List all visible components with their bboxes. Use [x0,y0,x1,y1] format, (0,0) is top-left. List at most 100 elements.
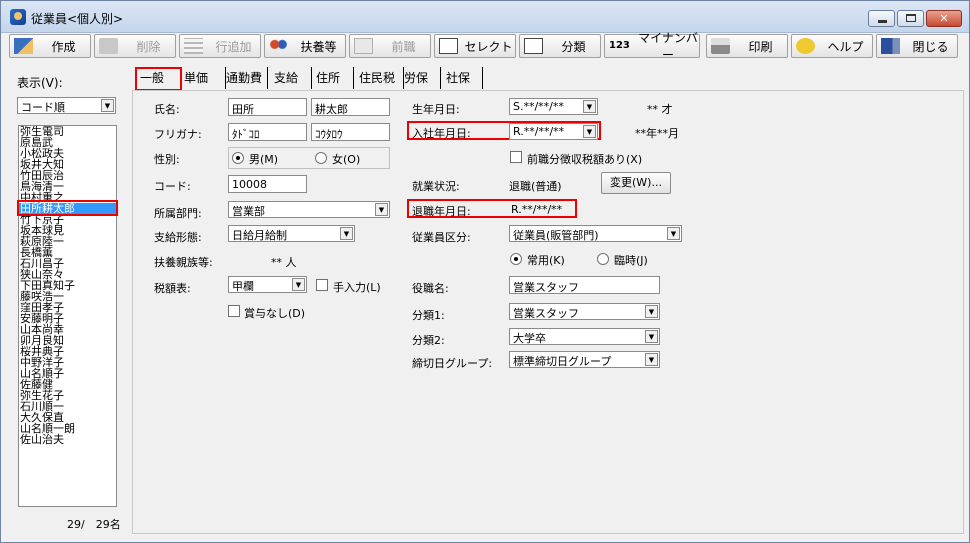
tab-4[interactable]: 住所 [313,67,354,89]
chevron-down-icon[interactable]: ▼ [645,353,658,366]
temporary-radio[interactable] [597,253,609,265]
hire-date-value: R.**/**/** [513,125,565,138]
department-label: 所属部門: [154,207,202,220]
chevron-down-icon[interactable]: ▼ [292,278,305,291]
hire-date-select[interactable]: R.**/**/** ▼ [509,123,598,140]
tab-1[interactable]: 単価 [181,67,226,89]
toolbar: 作成 削除 行追加 扶養等 前職 セレクト 分類 123 マイナンバー 印刷 ヘルプ 閉じる [1,31,969,62]
document-icon [354,38,373,54]
dependents-label: 扶養等 [300,39,337,54]
gender-male-label[interactable]: 男(M) [249,151,278,167]
sort-select[interactable]: コード順 ▼ [17,97,116,114]
select-button[interactable]: セレクト [434,34,516,58]
employee-type-value: 従業員(販管部門) [513,229,599,242]
dependents-button[interactable]: 扶養等 [264,34,346,58]
delete-label: 削除 [136,39,161,54]
pay-type-value: 日給月給制 [232,229,287,242]
print-button[interactable]: 印刷 [706,34,788,58]
close-icon: ✕ [939,12,949,25]
chevron-down-icon[interactable]: ▼ [340,227,353,240]
tab-2[interactable]: 通勤費 [223,67,268,89]
furigana-first-field[interactable]: ｺｳﾀﾛｳ [311,123,390,141]
add-row-label: 行追加 [215,39,252,54]
gender-male-radio[interactable] [232,152,244,164]
code-label: コード: [154,180,191,193]
maximize-button[interactable] [897,10,924,27]
help-button[interactable]: ヘルプ [791,34,873,58]
no-bonus-checkbox[interactable] [228,305,240,317]
mynumber-button[interactable]: 123 マイナンバー [604,31,700,62]
tab-5[interactable]: 住民税 [356,67,404,89]
birth-date-value: S.**/**/** [513,100,564,113]
close-button[interactable]: ✕ [926,10,962,27]
employee-list[interactable]: 弥生電司 原島武 小松政夫 坂井大知 竹田辰治 鳥海清一 中村重之 田所耕太郎 竹下京子 坂本球見… [18,125,117,507]
employee-type-select[interactable]: 従業員(販管部門) ▼ [509,225,682,242]
exit-door-icon [881,38,900,54]
record-count: 29/ 29名 [67,518,121,531]
chevron-down-icon[interactable]: ▼ [583,125,596,138]
last-name-field[interactable]: 田所 [228,98,307,116]
classify-icon [524,38,543,54]
chevron-down-icon[interactable]: ▼ [645,305,658,318]
delete-button[interactable]: 削除 [94,34,176,58]
code-field[interactable]: 10008 [228,175,307,193]
retirement-date-value: R.**/**/** [511,203,563,216]
change-status-button[interactable]: 変更(W)... [601,172,671,194]
department-value: 営業部 [232,205,265,218]
prior-withholding-checkbox[interactable] [510,151,522,163]
tab-3[interactable]: 支給 [271,67,312,89]
help-label: ヘルプ [827,39,864,54]
chevron-down-icon[interactable]: ▼ [375,203,388,216]
pay-type-select[interactable]: 日給月給制 ▼ [228,225,355,242]
name-label: 氏名: [154,103,180,116]
retirement-date-label: 退職年月日: [412,205,471,218]
category1-select[interactable]: 営業スタッフ ▼ [509,303,660,320]
manual-input-checkbox[interactable] [316,279,328,291]
category2-select[interactable]: 大学卒 ▼ [509,328,660,345]
employee-window: 従業員<個人別> ✕ 作成 削除 行追加 扶養等 前職 セレクト 分類 123 マイナンバー 印刷… [0,0,970,543]
pencil-icon [14,38,33,54]
previous-job-button[interactable]: 前職 [349,34,431,58]
create-button[interactable]: 作成 [9,34,91,58]
prior-withholding-label[interactable]: 前職分徴収税額あり(X) [527,151,642,167]
chevron-down-icon[interactable]: ▼ [583,100,596,113]
chevron-down-icon[interactable]: ▼ [667,227,680,240]
mynumber-icon: 123 [609,40,630,51]
previous-job-label: 前職 [391,39,416,54]
furigana-last-field[interactable]: ﾀﾄﾞｺﾛ [228,123,307,141]
minimize-button[interactable] [868,10,895,27]
regular-label[interactable]: 常用(K) [527,252,565,268]
close-window-label: 閉じる [912,39,949,54]
position-field[interactable]: 営業スタッフ [509,276,660,294]
pay-type-label: 支給形態: [154,231,202,244]
category1-value: 営業スタッフ [513,307,579,320]
list-item[interactable]: 佐山治夫 [19,434,116,445]
chevron-down-icon[interactable]: ▼ [645,330,658,343]
manual-input-label[interactable]: 手入力(L) [333,279,381,295]
close-window-button[interactable]: 閉じる [876,34,958,58]
grid-icon [184,38,203,54]
temporary-label[interactable]: 臨時(J) [614,252,648,268]
tab-6[interactable]: 労保 [401,67,441,89]
cutoff-group-select[interactable]: 標準締切日グループ ▼ [509,351,660,368]
tax-table-select[interactable]: 甲欄 ▼ [228,276,307,293]
cutoff-group-value: 標準締切日グループ [513,355,612,368]
gender-female-radio[interactable] [315,152,327,164]
classify-button[interactable]: 分類 [519,34,601,58]
chevron-down-icon[interactable]: ▼ [101,99,114,112]
birth-date-select[interactable]: S.**/**/** ▼ [509,98,598,115]
gender-label: 性別: [154,153,180,166]
no-bonus-label[interactable]: 賞与なし(D) [244,305,305,321]
category1-label: 分類1: [412,309,445,322]
hire-date-label: 入社年月日: [412,127,471,140]
department-select[interactable]: 営業部 ▼ [228,201,390,218]
gender-female-label[interactable]: 女(O) [332,151,360,167]
title-bar: 従業員<個人別> ✕ [1,1,969,33]
first-name-field[interactable]: 耕太郎 [311,98,390,116]
sort-value: コード順 [21,101,65,114]
add-row-button[interactable]: 行追加 [179,34,261,58]
question-icon [796,38,815,54]
tab-7[interactable]: 社保 [443,67,483,89]
employment-status-value: 退職(普通) [509,180,562,193]
regular-radio[interactable] [510,253,522,265]
